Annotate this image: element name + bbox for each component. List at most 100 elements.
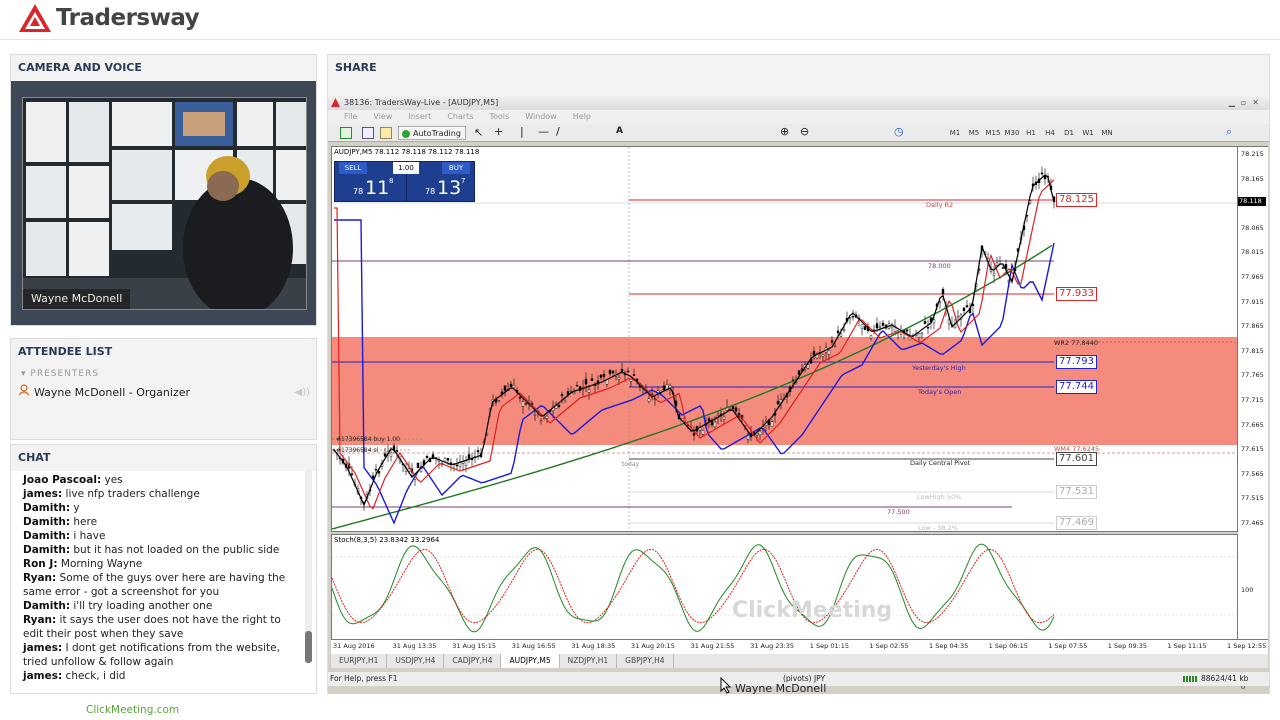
market-watch-icon[interactable] [380, 127, 392, 139]
candle-body [416, 462, 420, 468]
candle-body [998, 260, 1002, 262]
timeframe-m5[interactable]: M5 [966, 127, 982, 139]
menu-file[interactable]: File [344, 110, 357, 124]
price-tick: 77.465 [1241, 519, 1264, 527]
tab-usdjpy[interactable]: USDJPY,H4 [387, 654, 445, 668]
price-tick: 78.165 [1241, 174, 1264, 183]
price-axis[interactable]: 78.21578.16578.11578.06578.01577.96577.9… [1238, 146, 1268, 691]
timeframe-m30[interactable]: M30 [1004, 127, 1020, 139]
candle-body [512, 385, 516, 388]
price-tick: 77.565 [1241, 469, 1264, 478]
tab-audjpy[interactable]: AUDJPY,M5 [501, 654, 560, 668]
horizontal-line-icon[interactable]: — [538, 125, 549, 138]
menu-charts[interactable]: Charts [447, 110, 473, 124]
sell-button[interactable]: SELL [339, 162, 367, 174]
price-chart[interactable]: Daily R2 78.000 WR2 77.8440 Yesterday's … [331, 146, 1238, 532]
chat-message: Ron J: Morning Wayne [23, 558, 143, 570]
candle-body [923, 321, 927, 324]
menu-window[interactable]: Window [525, 110, 557, 124]
chat-scroll-thumb[interactable] [305, 631, 312, 663]
candle-body [869, 335, 873, 339]
label-order-sl: #17396584 sl [336, 447, 379, 454]
zoom-out-icon[interactable]: ⊖ [800, 125, 809, 138]
tab-cadjpy[interactable]: CADJPY,H4 [444, 654, 502, 668]
timeframe-m15[interactable]: M15 [985, 127, 1001, 139]
chat-message: Damith: i'll try loading another one [23, 600, 213, 612]
candle-body [389, 452, 393, 457]
presenters-label: PRESENTERS [30, 369, 100, 379]
label-daily-r2: Daily R2 [926, 201, 953, 209]
candle-body [770, 421, 774, 427]
chat-message: Damith: but it has not loaded on the pub… [23, 544, 280, 556]
bid-price[interactable]: 78 11 8 [335, 175, 405, 202]
level-tag-77469: 77.469 [1056, 516, 1097, 530]
timeframe-mn[interactable]: MN [1099, 127, 1115, 139]
candle-body [722, 416, 726, 420]
profiles-icon[interactable] [362, 127, 374, 139]
label-todays-open: Today's Open [917, 388, 961, 396]
search-icon[interactable]: ⌕ [1226, 125, 1232, 139]
candle-body [731, 406, 735, 410]
autotrading-button[interactable]: AutoTrading [398, 126, 466, 140]
cursor-tool-icon[interactable]: ↖ [474, 126, 483, 139]
chat-message: Joao Pascoal: yes [23, 474, 123, 486]
candle-body [1001, 267, 1005, 269]
menu-tools[interactable]: Tools [489, 110, 509, 124]
candle-body [932, 319, 936, 324]
connection-icon [1183, 676, 1197, 682]
tab-gbpjpy[interactable]: GBPJPY,H4 [617, 654, 674, 668]
candle-body [539, 420, 543, 422]
candle-body [905, 329, 909, 332]
stochastic-panel[interactable]: Stoch(8,3,5) 23.8342 33.2964 [331, 534, 1238, 640]
time-tick: 31 Aug 23:35 [750, 642, 795, 650]
chat-message: james: check, i did [23, 670, 126, 682]
tab-nzdjpy[interactable]: NZDJPY,H1 [560, 654, 618, 668]
candle-body [590, 378, 594, 381]
window-controls[interactable]: ▁▫✕ [1229, 96, 1265, 110]
vertical-line-icon[interactable]: | [520, 125, 524, 138]
price-tick: 77.965 [1241, 273, 1264, 281]
timeframe-h1[interactable]: H1 [1023, 127, 1039, 139]
clickmeeting-watermark: ClickMeeting [732, 598, 893, 623]
candle-body [497, 400, 501, 402]
candle-body [755, 433, 759, 436]
mt4-app-icon [331, 98, 340, 107]
clickmeeting-link[interactable]: ClickMeeting.com [86, 704, 179, 716]
candle-body [962, 307, 966, 311]
menu-help[interactable]: Help [573, 110, 591, 124]
price-tick: 77.765 [1241, 371, 1264, 380]
buy-button[interactable]: BUY [442, 162, 470, 174]
candle-body [584, 378, 588, 385]
crosshair-icon[interactable]: + [494, 125, 503, 138]
ask-price[interactable]: 78 13 7 [406, 175, 476, 202]
chat-messages[interactable]: Joao Pascoal: yes james: live nfp trader… [11, 471, 316, 693]
chat-message: Damith: here [23, 516, 98, 528]
timeframe-w1[interactable]: W1 [1080, 127, 1096, 139]
tradersway-logo[interactable]: Tradersway [18, 2, 200, 34]
trendline-icon[interactable]: / [556, 125, 560, 138]
candle-body [707, 418, 711, 422]
menu-view[interactable]: View [373, 110, 392, 124]
chart-tabs: EURJPY,H1 USDJPY,H4 CADJPY,H4 AUDJPY,M5 … [331, 654, 1268, 668]
time-tick: 1 Sep 06:15 [988, 642, 1028, 650]
attendee-row[interactable]: Wayne McDonell - Organizer ◀)) [11, 383, 316, 403]
candle-body [518, 397, 522, 399]
new-chart-icon[interactable] [340, 127, 352, 139]
speaker-icon[interactable]: ◀)) [295, 383, 311, 403]
candle-body [839, 333, 843, 337]
clock-icon[interactable]: ◷ [894, 125, 904, 138]
zoom-in-icon[interactable]: ⊕ [780, 125, 789, 138]
video-feed[interactable]: Wayne McDonell [22, 97, 307, 310]
candle-body [476, 450, 480, 453]
text-tool-icon[interactable]: A [616, 126, 623, 136]
price-chart-canvas: Daily R2 78.000 WR2 77.8440 Yesterday's … [332, 147, 1237, 531]
timeframe-h4[interactable]: H4 [1042, 127, 1058, 139]
menu-insert[interactable]: Insert [408, 110, 431, 124]
timeframe-d1[interactable]: D1 [1061, 127, 1077, 139]
price-tick: 77.815 [1241, 346, 1264, 355]
lot-size-input[interactable]: 1.00 [393, 162, 419, 174]
timeframe-m1[interactable]: M1 [947, 127, 963, 139]
tab-eurjpy[interactable]: EURJPY,H1 [331, 654, 388, 668]
candle-body [872, 328, 876, 331]
presenters-group-toggle[interactable]: ▾ PRESENTERS [11, 365, 316, 383]
